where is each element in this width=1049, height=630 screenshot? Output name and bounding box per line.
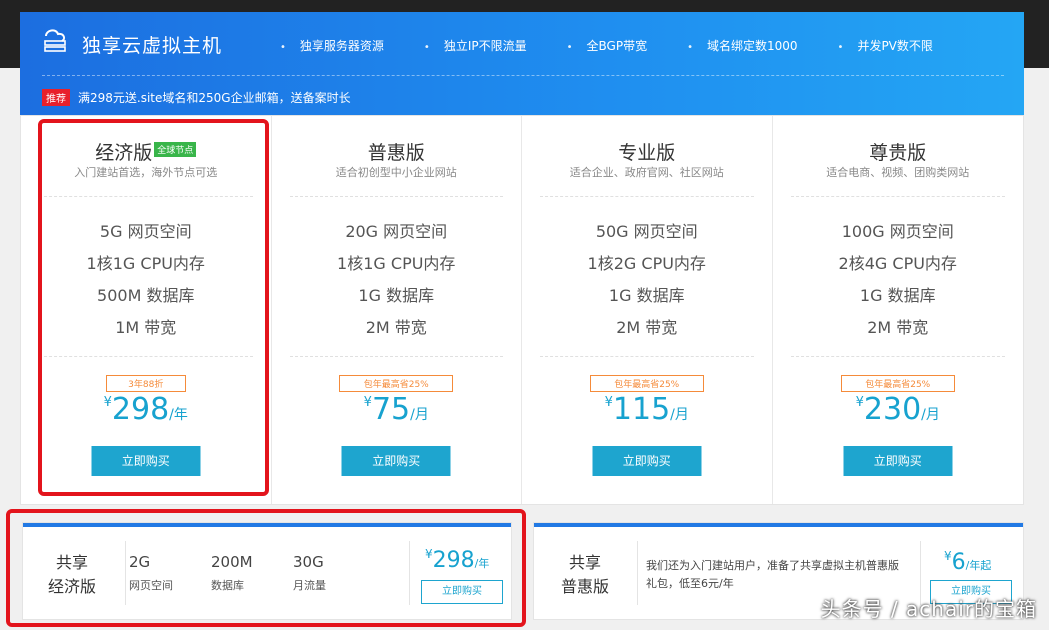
divider xyxy=(540,196,754,197)
spec-item: 20G 网页空间 xyxy=(345,222,448,241)
plan-price: ¥75/月 xyxy=(363,392,429,427)
cloud-server-icon xyxy=(44,29,66,52)
spec-item: 50G 网页空间 xyxy=(595,222,698,241)
spec-item: 1G 数据库 xyxy=(608,286,685,305)
divider xyxy=(790,356,1005,357)
plan-subtitle: 适合企业、政府官网、社区网站 xyxy=(569,166,724,179)
divider xyxy=(289,196,503,197)
buy-button[interactable]: 立即购买 xyxy=(341,446,451,476)
feature-item: 域名绑定数1000 xyxy=(687,37,798,54)
spec-item: 2M 带宽 xyxy=(365,318,427,337)
plan-subtitle: 适合电商、视频、团购类网站 xyxy=(826,166,970,179)
hero-banner: 独享云虚拟主机 独享服务器资源 独立IP不限流量 全BGP带宽 域名绑定数100… xyxy=(20,12,1024,115)
plan-specs: 20G 网页空间 1核1G CPU内存 1G 数据库 2M 带宽 xyxy=(272,216,522,344)
spec-item: 1核2G CPU内存 xyxy=(587,254,706,273)
spec-item: 1核1G CPU内存 xyxy=(337,254,456,273)
plan-name: 专业版 xyxy=(618,142,676,164)
plan-specs: 100G 网页空间 2核4G CPU内存 1G 数据库 2M 带宽 xyxy=(773,216,1024,344)
promo-tag: 推荐 xyxy=(42,89,70,106)
feature-item: 独立IP不限流量 xyxy=(424,37,527,54)
plan-price: ¥230/月 xyxy=(855,392,940,427)
spec-item: 2核4G CPU内存 xyxy=(838,254,957,273)
watermark: 头条号 / achair的宝箱 xyxy=(820,597,1037,621)
promo-line: 推荐 满298元送.site域名和250G企业邮箱，送备案时长 xyxy=(42,89,351,106)
divider xyxy=(790,196,1005,197)
card-name: 共享 普惠版 xyxy=(560,553,609,596)
spec-item: 2M 带宽 xyxy=(616,318,678,337)
discount-badge: 包年最高省25% xyxy=(589,375,704,392)
discount-badge: 包年最高省25% xyxy=(840,375,955,392)
feature-item: 独享服务器资源 xyxy=(280,37,384,54)
card-description: 我们还为入门建站用户，准备了共享虚拟主机普惠版礼包，低至6元/年 xyxy=(646,559,899,590)
plan-card-pro: 专业版 适合企业、政府官网、社区网站 50G 网页空间 1核2G CPU内存 1… xyxy=(522,116,773,504)
card-stripe xyxy=(534,523,1023,527)
plan-subtitle: 适合初创型中小企业网站 xyxy=(335,166,457,179)
discount-badge: 包年最高省25% xyxy=(339,375,454,392)
divider xyxy=(637,541,638,605)
card-price: ¥6/年起 xyxy=(944,549,992,575)
plan-name: 普惠版 xyxy=(367,142,425,164)
spec-item: 100G 网页空间 xyxy=(841,222,954,241)
divider xyxy=(289,356,503,357)
spec-item: 1G 数据库 xyxy=(859,286,936,305)
brand-title: 独享云虚拟主机 xyxy=(82,35,223,57)
hero-divider xyxy=(42,75,1004,76)
promo-text: 满298元送.site域名和250G企业邮箱，送备案时长 xyxy=(78,91,351,105)
highlight-box xyxy=(6,509,526,627)
plan-card-puhui: 普惠版 适合初创型中小企业网站 20G 网页空间 1核1G CPU内存 1G 数… xyxy=(272,116,522,504)
spec-item: 2M 带宽 xyxy=(867,318,929,337)
buy-button[interactable]: 立即购买 xyxy=(592,446,702,476)
buy-button[interactable]: 立即购买 xyxy=(843,446,953,476)
plan-price: ¥115/月 xyxy=(604,392,689,427)
highlight-box xyxy=(38,119,269,496)
plan-card-premium: 尊贵版 适合电商、视频、团购类网站 100G 网页空间 2核4G CPU内存 1… xyxy=(773,116,1024,504)
divider xyxy=(540,356,754,357)
feature-list: 独享服务器资源 独立IP不限流量 全BGP带宽 域名绑定数1000 并发PV数不… xyxy=(280,37,973,54)
feature-item: 并发PV数不限 xyxy=(838,37,932,54)
plan-name: 尊贵版 xyxy=(869,142,927,164)
plan-specs: 50G 网页空间 1核2G CPU内存 1G 数据库 2M 带宽 xyxy=(522,216,772,344)
spec-item: 1G 数据库 xyxy=(358,286,435,305)
feature-item: 全BGP带宽 xyxy=(567,37,648,54)
